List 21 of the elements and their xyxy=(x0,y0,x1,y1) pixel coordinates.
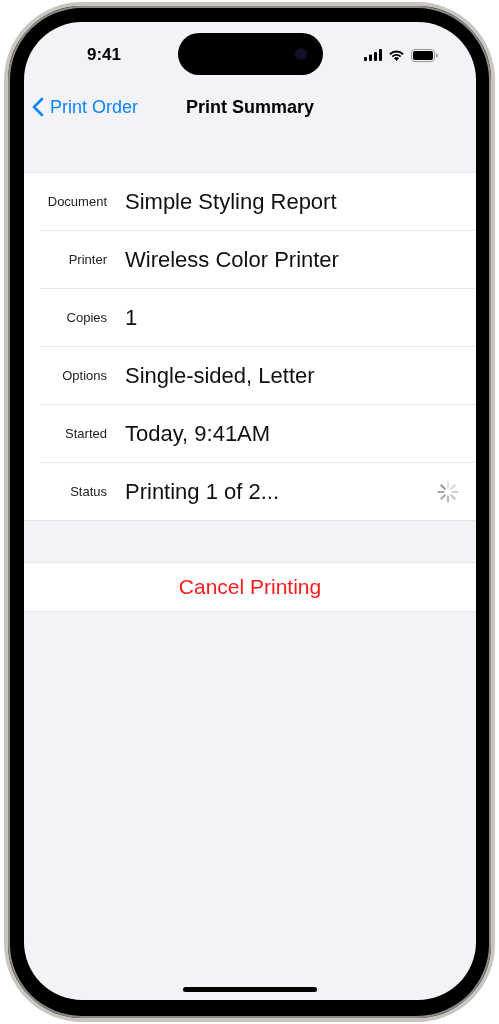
field-label: Document xyxy=(46,194,107,209)
nav-title: Print Summary xyxy=(185,96,314,118)
field-label: Started xyxy=(64,426,107,441)
field-value: Simple Styling Report xyxy=(125,188,338,215)
battery-icon xyxy=(411,48,438,62)
chevron-left-icon xyxy=(32,97,44,117)
field-value: Wireless Color Printer xyxy=(125,246,340,273)
field-value: Printing 1 of 2... xyxy=(125,478,281,505)
signal-icon xyxy=(364,49,382,61)
field-value: Today, 9:41AM xyxy=(125,420,272,447)
cancel-printing-button[interactable]: Cancel Printing xyxy=(24,562,476,612)
field-value: Single-sided, Letter xyxy=(125,362,316,389)
wifi-icon xyxy=(388,49,405,61)
field-label: Copies xyxy=(65,310,107,325)
field-label: Printer xyxy=(67,252,107,267)
field-label: Options xyxy=(61,368,107,383)
field-label: Status xyxy=(69,484,107,499)
field-value: 1 xyxy=(125,304,139,331)
status-time: 9:41 xyxy=(87,45,122,65)
back-button[interactable]: Print Order xyxy=(32,96,139,118)
activity-spinner-icon xyxy=(436,479,460,504)
